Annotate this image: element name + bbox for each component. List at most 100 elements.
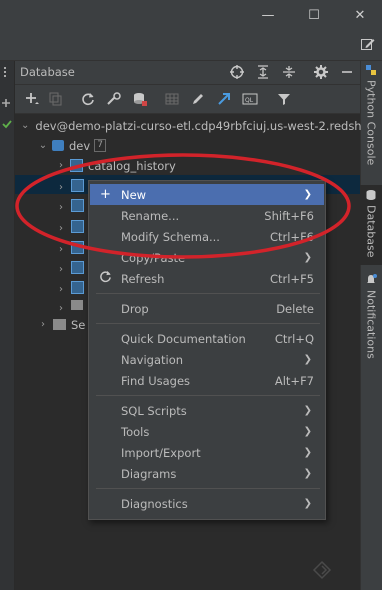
minimize-icon: — [261, 7, 275, 23]
add-icon[interactable] [22, 89, 42, 109]
close-window-button[interactable]: ✕ [337, 0, 382, 30]
submenu-arrow-icon: ❯ [303, 468, 312, 479]
menu-item-label: New [121, 187, 147, 202]
menu-item-label: Quick Documentation [121, 331, 246, 346]
tree-row-connection[interactable]: ⌄ dev@demo-platzi-curso-etl.cdp49rbfciuj… [15, 115, 362, 136]
submenu-arrow-icon: ❯ [303, 405, 312, 416]
menu-item-label: Refresh [121, 271, 165, 286]
refresh-icon[interactable] [78, 89, 98, 109]
gutter-grip-icon [2, 66, 10, 78]
submenu-arrow-icon: ❯ [303, 498, 312, 509]
tab-database-label: Database [364, 205, 378, 258]
tab-python-console-label: Python Console [364, 80, 378, 166]
copy-icon[interactable] [46, 89, 66, 109]
menu-separator [96, 323, 320, 324]
submenu-arrow-icon: ❯ [303, 189, 312, 200]
schema-icon [71, 261, 84, 277]
menu-item-new[interactable]: + New ❯ [90, 184, 324, 205]
crosshair-icon[interactable] [228, 63, 246, 81]
filter-icon[interactable] [274, 89, 294, 109]
gear-icon[interactable] [312, 63, 330, 81]
submenu-arrow-icon: ❯ [303, 354, 312, 365]
menu-item-rename[interactable]: Rename... Shift+F6 [90, 205, 324, 226]
folder-icon [71, 300, 83, 310]
menu-item-diagrams[interactable]: Diagrams ❯ [90, 463, 324, 484]
plus-icon: + [100, 187, 111, 202]
schema-icon [71, 199, 84, 215]
menu-item-quick-documentation[interactable]: Quick Documentation Ctrl+Q [90, 328, 324, 349]
menu-item-sql-scripts[interactable]: SQL Scripts ❯ [90, 400, 324, 421]
datasource-icon[interactable] [130, 89, 150, 109]
submenu-arrow-icon: ❯ [303, 252, 312, 263]
menu-item-label: Diagrams [121, 466, 177, 481]
menu-item-label: SQL Scripts [121, 403, 187, 418]
menu-item-drop[interactable]: Drop Delete [90, 298, 324, 319]
bell-icon [367, 274, 377, 283]
tab-database[interactable]: Database [360, 185, 382, 265]
menu-item-shortcut: Shift+F6 [264, 208, 314, 223]
menu-item-tools[interactable]: Tools ❯ [90, 421, 324, 442]
menu-item-shortcut: Alt+F7 [274, 373, 314, 388]
database-icon [366, 190, 376, 200]
python-icon [366, 65, 376, 75]
tab-python-console[interactable]: Python Console [360, 64, 382, 165]
menu-item-import-export[interactable]: Import/Export ❯ [90, 442, 324, 463]
check-icon [2, 118, 12, 129]
console-icon[interactable]: QL [240, 89, 260, 109]
collapse-all-icon[interactable] [280, 63, 298, 81]
menu-item-refresh[interactable]: Refresh Ctrl+F5 [90, 268, 324, 289]
menu-item-label: Rename... [121, 208, 180, 223]
submenu-arrow-icon: ❯ [303, 426, 312, 437]
database-count-badge: 7 [94, 139, 106, 152]
folder-icon [53, 319, 66, 330]
chevron-right-icon: › [59, 303, 63, 314]
menu-separator [96, 293, 320, 294]
table-icon[interactable] [162, 89, 182, 109]
chevron-right-icon: › [59, 223, 63, 234]
chevron-right-icon: › [59, 160, 63, 171]
connection-label: dev@demo-platzi-curso-etl.cdp49rbfciuj.u… [35, 118, 362, 133]
menu-item-find-usages[interactable]: Find Usages Alt+F7 [90, 370, 324, 391]
chevron-right-icon: › [59, 244, 63, 255]
chevron-down-icon: ⌄ [21, 120, 30, 131]
maximize-button[interactable]: ☐ [291, 0, 337, 30]
tree-row-database[interactable]: ⌄ dev 7 [15, 135, 360, 156]
menu-item-shortcut: Ctrl+F6 [269, 229, 314, 244]
menu-item-label: Navigation [121, 352, 184, 367]
schema-label: catalog_history [88, 158, 176, 173]
schema-icon [71, 179, 84, 195]
tab-notifications-label: Notifications [364, 290, 378, 359]
menu-item-copy-paste[interactable]: Copy/Paste ❯ [90, 247, 324, 268]
expand-all-icon[interactable] [254, 63, 272, 81]
chevron-right-icon: › [59, 182, 63, 193]
svg-text:QL: QL [245, 97, 254, 104]
left-gutter [0, 61, 15, 590]
chevron-right-icon: › [59, 202, 63, 213]
edit-pencil-icon[interactable] [188, 89, 208, 109]
tab-notifications[interactable]: Notifications [360, 274, 382, 359]
tree-row-schema[interactable]: › catalog_history [15, 155, 360, 176]
database-node-icon [52, 140, 64, 151]
edit-icon[interactable] [360, 36, 376, 52]
properties-icon[interactable] [104, 89, 124, 109]
close-icon: ✕ [354, 7, 366, 23]
menu-separator [96, 395, 320, 396]
schema-icon [71, 281, 84, 297]
menu-item-label: Modify Schema... [121, 229, 220, 244]
maximize-icon: ☐ [308, 7, 320, 23]
menu-item-label: Copy/Paste [121, 250, 186, 265]
watermark-logo-icon [312, 560, 332, 580]
menu-item-navigation[interactable]: Navigation ❯ [90, 349, 324, 370]
menu-item-label: Drop [121, 301, 149, 316]
panel-title: Database [20, 65, 75, 79]
gutter-add-icon [1, 97, 11, 107]
menu-item-diagnostics[interactable]: Diagnostics ❯ [90, 493, 324, 514]
chevron-right-icon: › [59, 264, 63, 275]
menu-item-modify-schema[interactable]: Modify Schema... Ctrl+F6 [90, 226, 324, 247]
minimize-button[interactable]: — [245, 0, 291, 30]
jump-to-icon[interactable] [214, 89, 234, 109]
schema-icon [71, 241, 84, 257]
hide-panel-icon[interactable] [338, 63, 356, 81]
refresh-icon [90, 270, 121, 287]
editor-toolbar [0, 30, 382, 61]
